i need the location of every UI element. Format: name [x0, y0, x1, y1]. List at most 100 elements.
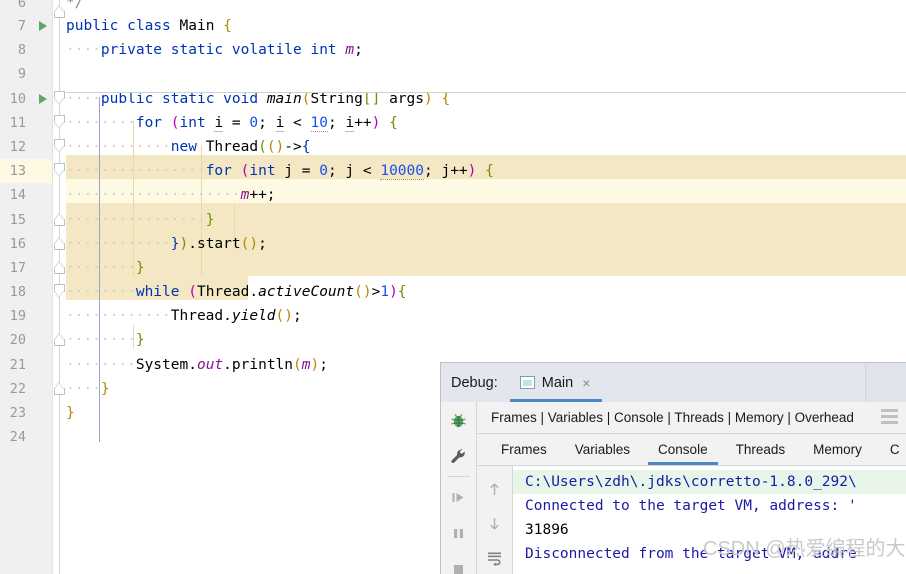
debug-tab-bar[interactable]: Frames Variables Console Threads Memory … — [477, 434, 906, 466]
tab-memory[interactable]: Memory — [799, 434, 876, 465]
fold-collapse-icon[interactable] — [54, 381, 65, 395]
fold-expand-icon[interactable] — [54, 138, 65, 153]
fold-expand-icon[interactable] — [54, 90, 65, 105]
fold-line[interactable] — [53, 87, 66, 111]
wrench-icon[interactable] — [441, 438, 476, 474]
code-line[interactable] — [66, 62, 906, 86]
gutter-line[interactable]: 7 — [0, 14, 52, 38]
fold-line[interactable] — [53, 111, 66, 135]
code-line[interactable]: ········for (int i = 0; i < 10; i++) { — [66, 111, 906, 135]
line-number: 13 — [9, 163, 26, 180]
fold-line[interactable] — [53, 280, 66, 304]
code-line[interactable]: ········} — [66, 256, 906, 280]
fold-line[interactable] — [53, 14, 66, 38]
run-gutter-icon[interactable] — [39, 93, 47, 104]
line-number: 20 — [9, 332, 26, 349]
tab-label: C — [889, 442, 900, 457]
fold-line[interactable] — [53, 135, 66, 159]
gutter-line[interactable]: 9 — [0, 62, 52, 86]
tab-overhead[interactable]: C — [876, 434, 906, 465]
fold-line[interactable] — [53, 208, 66, 232]
gutter-line[interactable]: 15 — [0, 208, 52, 232]
line-number: 18 — [9, 284, 26, 301]
fold-line[interactable] — [53, 256, 66, 280]
code-line[interactable]: */ — [66, 0, 906, 14]
stop-program-icon[interactable] — [441, 551, 476, 574]
gutter-line[interactable]: 6 — [0, 0, 52, 14]
line-number: 19 — [9, 308, 26, 325]
fold-line[interactable] — [53, 232, 66, 256]
gutter-line[interactable]: 20 — [0, 328, 52, 352]
tab-frames[interactable]: Frames — [487, 434, 561, 465]
hamburger-menu-icon[interactable] — [881, 408, 898, 427]
run-gutter-icon[interactable] — [39, 21, 47, 32]
fold-collapse-icon[interactable] — [54, 260, 65, 274]
gutter-line[interactable]: 11 — [0, 111, 52, 135]
code-line[interactable]: ········} — [66, 328, 906, 352]
debug-session-tab-main[interactable]: Main × — [509, 363, 603, 402]
fold-line[interactable] — [53, 377, 66, 401]
console-line: C:\Users\zdh\.jdks\corretto-1.8.0_292\ — [513, 470, 906, 494]
editor-gutter[interactable]: 6 7 8 9 10 11 12 13 14 15 16 17 18 19 20… — [0, 0, 53, 574]
tab-variables[interactable]: Variables — [561, 434, 644, 465]
gutter-line[interactable]: 21 — [0, 353, 52, 377]
code-line[interactable]: ····public static void main(String[] arg… — [66, 87, 906, 111]
fold-line[interactable] — [53, 38, 66, 62]
header-filler — [602, 363, 865, 402]
console-action-rail[interactable] — [477, 466, 513, 574]
fold-line[interactable] — [53, 159, 66, 183]
code-line[interactable]: ············new Thread(()->{ — [66, 135, 906, 159]
code-line[interactable]: ····private static volatile int m; — [66, 38, 906, 62]
code-line[interactable]: ········while (Thread.activeCount()>1){ — [66, 280, 906, 304]
code-line-caret[interactable]: ················for (int j = 0; j < 1000… — [66, 159, 906, 183]
tab-console[interactable]: Console — [644, 434, 722, 465]
gutter-line[interactable]: 22 — [0, 377, 52, 401]
fold-line[interactable] — [53, 183, 66, 207]
gutter-line[interactable]: 19 — [0, 304, 52, 328]
debug-action-rail[interactable] — [441, 402, 477, 574]
console-line: Connected to the target VM, address: ' — [525, 498, 857, 514]
fold-collapse-icon[interactable] — [54, 332, 65, 347]
fold-line[interactable] — [53, 425, 66, 449]
line-number: 21 — [9, 356, 26, 373]
debugger-bug-icon[interactable] — [441, 402, 476, 438]
resume-program-icon[interactable] — [441, 479, 476, 515]
fold-line[interactable] — [53, 328, 66, 352]
fold-line[interactable] — [53, 401, 66, 425]
app-window-icon — [519, 376, 535, 389]
fold-line[interactable] — [53, 304, 66, 328]
gutter-line[interactable]: 18 — [0, 280, 52, 304]
fold-expand-icon[interactable] — [54, 114, 65, 129]
code-line[interactable]: ············}).start(); — [66, 232, 906, 256]
fold-line[interactable] — [53, 353, 66, 377]
code-folding-strip[interactable] — [53, 0, 66, 574]
scroll-down-icon[interactable] — [477, 506, 512, 540]
fold-expand-icon[interactable] — [54, 163, 65, 177]
fold-line[interactable] — [53, 62, 66, 86]
code-line[interactable]: ················} — [66, 208, 906, 232]
code-line[interactable]: ····················m++; — [66, 183, 906, 207]
pause-program-icon[interactable] — [441, 515, 476, 551]
soft-wrap-icon[interactable] — [477, 540, 512, 574]
fold-expand-icon[interactable] — [54, 284, 65, 298]
close-icon[interactable]: × — [580, 376, 590, 390]
gutter-line[interactable]: 10 — [0, 87, 52, 111]
tab-threads[interactable]: Threads — [722, 434, 800, 465]
debug-tab-list-compact[interactable]: Frames | Variables | Console | Threads |… — [477, 402, 906, 434]
gutter-line[interactable]: 8 — [0, 38, 52, 62]
code-line[interactable]: ············Thread.yield(); — [66, 304, 906, 328]
scroll-up-icon[interactable] — [477, 472, 512, 506]
gutter-line[interactable]: 14 — [0, 183, 52, 207]
code-line[interactable]: public class Main { — [66, 14, 906, 38]
gutter-line[interactable]: 12 — [0, 135, 52, 159]
gutter-line[interactable]: 23 — [0, 401, 52, 425]
debug-tool-window[interactable]: Debug: Main × Frames | Variables | Conso… — [440, 362, 906, 574]
console-output[interactable]: C:\Users\zdh\.jdks\corretto-1.8.0_292\ C… — [513, 466, 906, 574]
gutter-line[interactable]: 24 — [0, 425, 52, 449]
fold-line[interactable] — [53, 0, 66, 18]
gutter-line[interactable]: 16 — [0, 232, 52, 256]
gutter-line[interactable]: 17 — [0, 256, 52, 280]
fold-collapse-icon[interactable] — [54, 236, 65, 250]
fold-collapse-icon[interactable] — [54, 212, 65, 226]
gutter-line-caret[interactable]: 13 — [0, 159, 52, 184]
